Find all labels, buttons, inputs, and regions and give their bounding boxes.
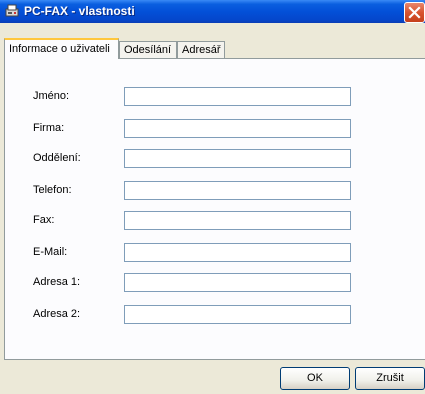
name-label: Jméno: [33, 90, 70, 102]
form-row-department: Oddělení: [5, 149, 425, 169]
fax-input[interactable] [124, 211, 351, 230]
pc-fax-properties-window: PC-FAX - vlastnosti Informace o uživatel… [0, 0, 425, 394]
address-2-input[interactable] [124, 305, 351, 324]
form-row-address-1: Adresa 1: [5, 273, 425, 293]
company-input[interactable] [124, 119, 351, 138]
form-row-address-2: Adresa 2: [5, 305, 425, 325]
cancel-button[interactable]: Zrušit [355, 367, 425, 390]
close-icon [408, 6, 421, 19]
address-2-label: Adresa 2: [33, 308, 81, 320]
phone-label: Telefon: [33, 184, 72, 196]
tab-user-info-label: Informace o uživateli [9, 43, 110, 55]
fax-app-icon [5, 4, 19, 17]
department-input[interactable] [124, 149, 351, 168]
close-button[interactable] [404, 2, 425, 23]
tab-address-book-label: Adresář [182, 44, 221, 56]
phone-input[interactable] [124, 181, 351, 200]
title-bar[interactable]: PC-FAX - vlastnosti [0, 0, 425, 23]
department-label: Oddělení: [33, 152, 81, 164]
form-row-phone: Telefon: [5, 181, 425, 201]
form-row-fax: Fax: [5, 211, 425, 231]
form-row-company: Firma: [5, 119, 425, 139]
email-input[interactable] [124, 243, 351, 262]
ok-button[interactable]: OK [280, 367, 350, 390]
company-label: Firma: [33, 122, 65, 134]
address-1-input[interactable] [124, 273, 351, 292]
fax-label: Fax: [33, 214, 55, 226]
address-1-label: Adresa 1: [33, 276, 81, 288]
user-info-panel: Jméno: Firma: Oddělení: Telefon: Fax: E-… [4, 58, 425, 360]
form-row-name: Jméno: [5, 87, 425, 107]
email-label: E-Mail: [33, 246, 68, 258]
tab-sending-label: Odesílání [124, 44, 172, 56]
tab-sending[interactable]: Odesílání [119, 41, 177, 58]
tab-user-info[interactable]: Informace o uživateli [4, 38, 119, 59]
form-row-email: E-Mail: [5, 243, 425, 263]
name-input[interactable] [124, 87, 351, 106]
tab-address-book[interactable]: Adresář [177, 41, 225, 58]
window-title: PC-FAX - vlastnosti [24, 4, 135, 18]
